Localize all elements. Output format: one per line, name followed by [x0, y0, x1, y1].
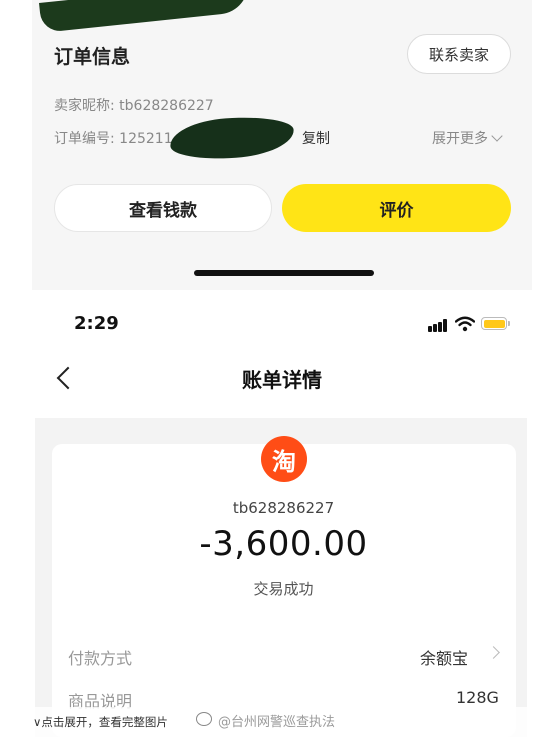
order-number: 订单编号: 125211 [54, 131, 173, 147]
chevron-down-icon [491, 130, 503, 142]
battery-tip [508, 321, 510, 326]
account-name: tb628286227 [232, 499, 335, 517]
expand-image-link[interactable]: ∨点击展开，查看完整图片 [33, 714, 168, 730]
expand-more-label: 展开更多 [432, 131, 488, 147]
contact-seller-button[interactable]: 联系卖家 [407, 34, 511, 74]
wifi-icon [455, 316, 475, 332]
signal-icon [428, 318, 450, 332]
expand-more-link[interactable]: 展开更多 [432, 128, 503, 148]
product-description-value: 128G [456, 688, 499, 707]
seller-nickname: 卖家昵称: tb628286227 [54, 98, 214, 114]
watermark: @台州网警巡查执法 [218, 715, 336, 730]
home-indicator [194, 270, 374, 276]
status-time: 2:29 [74, 313, 119, 334]
order-info-title: 订单信息 [54, 46, 131, 68]
page-title: 账单详情 [242, 368, 322, 392]
copy-button[interactable]: 复制 [302, 128, 330, 148]
transaction-amount: -3,600.00 [199, 524, 368, 564]
weibo-icon [196, 712, 212, 726]
taobao-logo-icon: 淘 [261, 436, 307, 482]
payment-method-label: 付款方式 [68, 649, 133, 668]
battery-icon [481, 317, 507, 330]
payment-method-value[interactable]: 余额宝 [420, 645, 468, 669]
view-payment-button[interactable]: 查看钱款 [54, 184, 272, 232]
transaction-status: 交易成功 [253, 580, 314, 598]
review-button[interactable]: 评价 [282, 184, 511, 232]
